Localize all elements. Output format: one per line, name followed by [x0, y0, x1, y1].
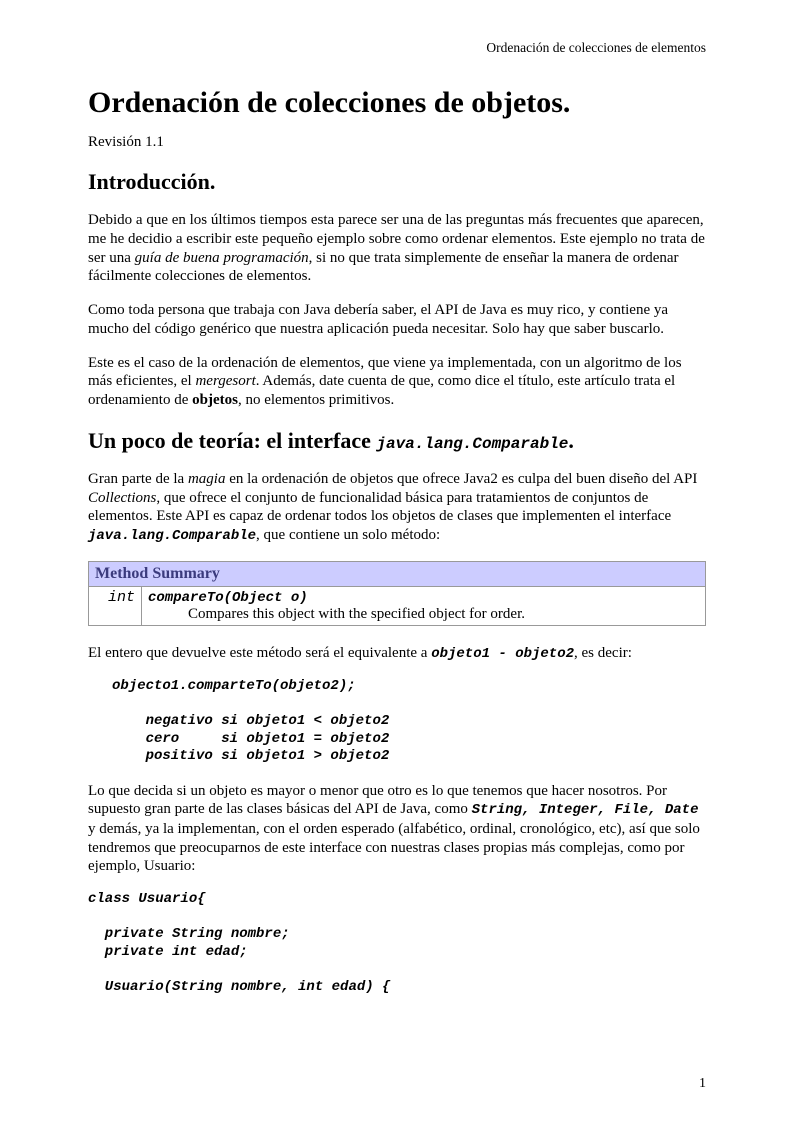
inline-code: objeto1 - objeto2: [431, 646, 574, 662]
text-run: y demás, ya la implementan, con el orden…: [88, 821, 700, 875]
method-description: Compares this object with the specified …: [148, 606, 699, 623]
code-heading-text: java.lang.Comparable: [376, 435, 568, 453]
emphasis-text: magia: [188, 471, 226, 487]
intro-paragraph-3: Este es el caso de la ordenación de elem…: [88, 354, 706, 410]
page-container: Ordenación de colecciones de elementos O…: [0, 0, 794, 1122]
heading-text: .: [568, 428, 574, 453]
table-header-cell: Method Summary: [89, 561, 706, 586]
text-run: , es decir:: [574, 645, 632, 661]
method-signature: compareTo(Object o): [148, 590, 308, 606]
theory-paragraph-2: El entero que devuelve este método será …: [88, 644, 706, 664]
method-summary-table: Method Summary int compareTo(Object o) C…: [88, 561, 706, 626]
running-header: Ordenación de colecciones de elementos: [88, 40, 706, 56]
theory-paragraph-1: Gran parte de la magia en la ordenación …: [88, 470, 706, 546]
heading-text: Un poco de teoría: el interface: [88, 428, 376, 453]
strong-text: objetos: [192, 392, 238, 408]
text-run: El entero que devuelve este método será …: [88, 645, 431, 661]
document-title: Ordenación de colecciones de objetos.: [88, 86, 706, 120]
table-header-row: Method Summary: [89, 561, 706, 586]
emphasis-text: Collections: [88, 490, 156, 506]
intro-heading: Introducción.: [88, 169, 706, 195]
table-row: int compareTo(Object o) Compares this ob…: [89, 586, 706, 625]
page-number: 1: [699, 1076, 706, 1092]
revision-line: Revisión 1.1: [88, 134, 706, 151]
code-block-compareto: objecto1.comparteTo(objeto2); negativo s…: [112, 678, 706, 766]
intro-paragraph-2: Como toda persona que trabaja con Java d…: [88, 301, 706, 339]
emphasis-text: mergesort: [195, 373, 255, 389]
text-run: , no elementos primitivos.: [238, 392, 394, 408]
inline-code: String, Integer, File, Date: [472, 802, 699, 818]
emphasis-text: guía de buena programación: [135, 250, 309, 266]
text-run: , que ofrece el conjunto de funcionalida…: [88, 490, 671, 525]
text-run: Gran parte de la: [88, 471, 188, 487]
text-run: en la ordenación de objetos que ofrece J…: [225, 471, 697, 487]
method-cell: compareTo(Object o) Compares this object…: [142, 586, 706, 625]
code-block-usuario: class Usuario{ private String nombre; pr…: [88, 891, 706, 996]
text-run: , que contiene un solo método:: [256, 527, 440, 543]
inline-code: java.lang.Comparable: [88, 528, 256, 544]
method-return-type: int: [89, 586, 142, 625]
theory-heading: Un poco de teoría: el interface java.lan…: [88, 428, 706, 454]
theory-paragraph-3: Lo que decida si un objeto es mayor o me…: [88, 782, 706, 877]
intro-paragraph-1: Debido a que en los últimos tiempos esta…: [88, 211, 706, 286]
